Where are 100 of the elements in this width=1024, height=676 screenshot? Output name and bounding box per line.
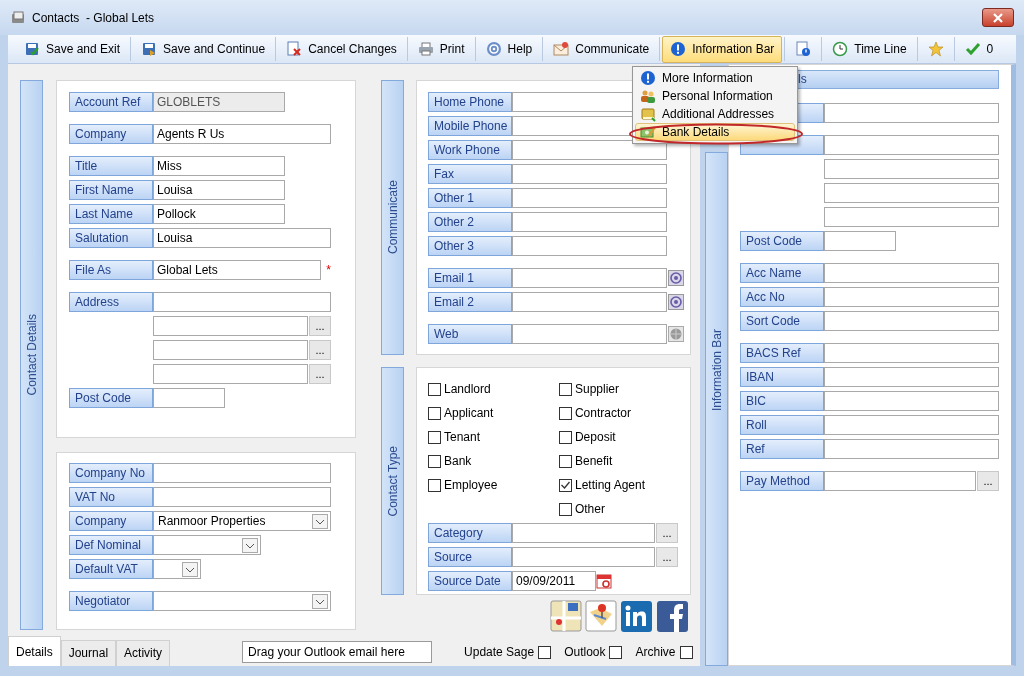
side-tab[interactable]: Communicate: [381, 80, 404, 355]
linkedin-icon[interactable]: [620, 600, 653, 633]
caret-icon: [182, 561, 198, 577]
input-field[interactable]: [153, 463, 331, 483]
checkbox[interactable]: [558, 430, 572, 444]
toolbar-button[interactable]: Time Line: [824, 35, 915, 63]
input-field[interactable]: [824, 263, 999, 283]
menu-item[interactable]: Additional Addresses: [635, 105, 795, 123]
tab[interactable]: Details: [8, 636, 61, 666]
input-field[interactable]: Pollock: [153, 204, 285, 224]
at-sign-icon[interactable]: [668, 270, 684, 286]
input-field[interactable]: [153, 292, 331, 312]
input-field[interactable]: [512, 324, 667, 344]
input-field[interactable]: [824, 231, 896, 251]
browse-button[interactable]: ...: [656, 547, 678, 567]
checkbox[interactable]: [428, 406, 441, 420]
map-icon[interactable]: [550, 600, 582, 632]
input-field[interactable]: [512, 547, 655, 567]
input-field[interactable]: [824, 367, 999, 387]
checkbox[interactable]: [558, 454, 572, 468]
input-field[interactable]: [824, 287, 999, 307]
input-field[interactable]: [824, 183, 999, 203]
checkbox[interactable]: [428, 382, 441, 396]
input-field[interactable]: [153, 364, 308, 384]
dropdown[interactable]: Ranmoor Properties: [153, 511, 331, 531]
toolbar-button[interactable]: Save and Exit: [16, 35, 129, 63]
input-field[interactable]: [824, 439, 999, 459]
field-label: Mobile Phone: [428, 116, 512, 136]
input-field[interactable]: [153, 316, 308, 336]
input-field[interactable]: [824, 135, 999, 155]
checkbox[interactable]: [558, 502, 572, 516]
input-field[interactable]: [153, 388, 225, 408]
input-field[interactable]: [153, 487, 331, 507]
field-label: Salutation: [69, 228, 153, 248]
input-field[interactable]: [512, 212, 667, 232]
browse-button[interactable]: ...: [309, 316, 331, 336]
checkbox[interactable]: [558, 478, 572, 492]
checkbox-label: Letting Agent: [574, 477, 645, 494]
input-field[interactable]: [824, 311, 999, 331]
side-tab[interactable]: Information Bar: [705, 152, 728, 666]
browse-button[interactable]: ...: [656, 523, 678, 543]
input-field[interactable]: [824, 471, 976, 491]
checkbox[interactable]: [679, 645, 693, 659]
browse-button[interactable]: ...: [309, 364, 331, 384]
side-tab[interactable]: Contact Details: [20, 80, 43, 630]
drop-zone[interactable]: Drag your Outlook email here: [242, 641, 433, 663]
people-icon: [640, 88, 656, 104]
toolbar-button[interactable]: Cancel Changes: [278, 35, 405, 63]
side-tab[interactable]: Contact Type: [381, 367, 404, 595]
input-field[interactable]: [512, 523, 655, 543]
input-field[interactable]: [824, 343, 999, 363]
input-field[interactable]: [824, 415, 999, 435]
toolbar-button[interactable]: Communicate: [545, 35, 658, 63]
dropdown[interactable]: [153, 559, 201, 579]
checkbox[interactable]: [558, 406, 572, 420]
field-label: Company No: [69, 463, 153, 483]
input-field[interactable]: [512, 236, 667, 256]
at-sign-icon[interactable]: [668, 294, 684, 310]
toolbar-button[interactable]: Help: [477, 35, 541, 63]
input-field[interactable]: [512, 188, 667, 208]
close-button[interactable]: [982, 8, 1014, 27]
globe-icon[interactable]: [668, 326, 684, 342]
field-label: Fax: [428, 164, 512, 184]
input-field[interactable]: [512, 140, 667, 160]
toolbar-button[interactable]: 0: [956, 35, 1002, 63]
input-field[interactable]: Agents R Us: [153, 124, 331, 144]
toolbar-button[interactable]: Information Bar: [662, 35, 783, 63]
input-field[interactable]: [824, 391, 999, 411]
input-field[interactable]: Louisa: [153, 228, 331, 248]
dropdown[interactable]: [153, 591, 331, 611]
browse-button[interactable]: ...: [309, 340, 331, 360]
input-field[interactable]: [824, 207, 999, 227]
input-field[interactable]: [512, 268, 667, 288]
dropdown[interactable]: [153, 535, 261, 555]
browse-button[interactable]: ...: [977, 471, 999, 491]
save-icon: [24, 41, 40, 57]
checkbox[interactable]: [428, 430, 441, 444]
input-field[interactable]: 09/09/2011: [512, 571, 596, 591]
input-field[interactable]: Louisa: [153, 180, 285, 200]
check-icon: [559, 480, 571, 490]
calendar-icon[interactable]: [596, 573, 612, 589]
checkbox[interactable]: [558, 382, 572, 396]
tab[interactable]: Journal: [60, 640, 117, 666]
toolbar-button[interactable]: Print: [409, 35, 473, 63]
input-field[interactable]: Global Lets: [153, 260, 322, 280]
input-field[interactable]: [512, 164, 667, 184]
facebook-icon[interactable]: [656, 600, 689, 633]
input-field[interactable]: [512, 292, 667, 312]
menu-item[interactable]: Personal Information: [635, 87, 795, 105]
input-field[interactable]: [824, 159, 999, 179]
input-field[interactable]: [153, 340, 308, 360]
checkbox[interactable]: [428, 478, 441, 492]
tab[interactable]: Activity: [116, 640, 171, 666]
input-field[interactable]: Miss: [153, 156, 285, 176]
input-field[interactable]: [824, 103, 999, 123]
checkbox[interactable]: [609, 645, 623, 659]
checkbox[interactable]: [428, 454, 441, 468]
checkbox[interactable]: [538, 645, 552, 659]
toolbar-button[interactable]: Save and Continue: [133, 35, 274, 63]
map-pin-icon[interactable]: [585, 600, 617, 632]
